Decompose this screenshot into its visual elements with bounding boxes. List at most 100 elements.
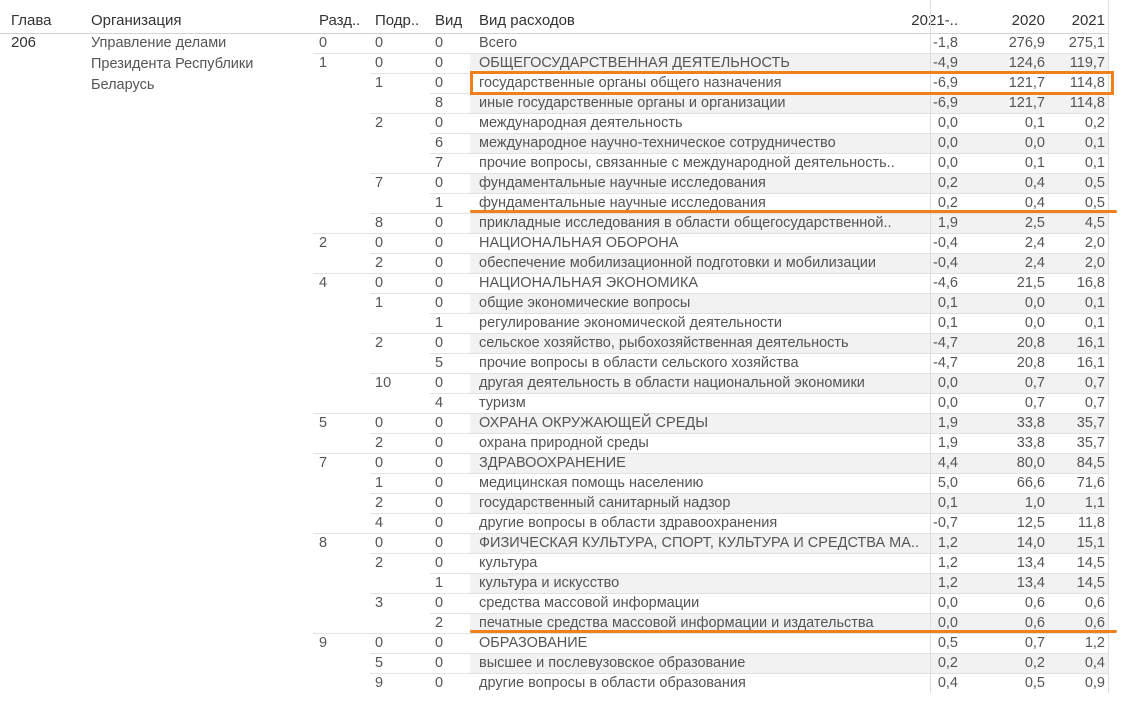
diff-cell: 0,4 [937, 675, 958, 691]
table-row[interactable]: 7 0 фундаментальные научные исследования 0,… [0, 173, 1108, 193]
table-row[interactable]: 1 регулирование экономической деятельност… [0, 313, 1108, 333]
value-2021-cell: 0,6 [1084, 595, 1105, 611]
table-row[interactable]: 1 0 медицинская помощь населению 5,0 66,6 71,… [0, 473, 1108, 493]
vid-rashodov-cell: иные государственные органы и организаци… [479, 95, 786, 111]
razdel-cell: 4 [319, 275, 328, 291]
value-2020-cell: 14,0 [1016, 535, 1045, 551]
value-2020-cell: 20,8 [1016, 355, 1045, 371]
header-razdel[interactable]: Разд.. [319, 12, 360, 29]
value-2021-cell: 0,4 [1084, 655, 1105, 671]
table-row[interactable]: 2 0 культура 1,2 13,4 14,5 [0, 553, 1108, 573]
header-2020[interactable]: 2020 [990, 12, 1045, 29]
vid-rashodov-cell: общие экономические вопросы [479, 295, 691, 311]
value-2020-cell: 20,8 [1016, 335, 1045, 351]
value-2020-cell: 2,4 [1024, 255, 1045, 271]
value-2021-cell: 0,1 [1084, 155, 1105, 171]
header-vid[interactable]: Вид [435, 12, 462, 29]
diff-cell: 1,9 [937, 215, 958, 231]
value-2020-cell: 13,4 [1016, 575, 1045, 591]
table-row[interactable]: 2 0 государственный санитарный надзор 0,1 1,… [0, 493, 1108, 513]
vid-rashodov-cell: высшее и послевузовское образование [479, 655, 746, 671]
table-row[interactable]: 5 0 0 ОХРАНА ОКРУЖАЮЩЕЙ СРЕДЫ 1,9 33,8 35,7 [0, 413, 1108, 433]
vid-cell: 0 [435, 235, 444, 251]
podrazdel-cell: 2 [375, 495, 384, 511]
value-2020-cell: 0,4 [1024, 175, 1045, 191]
vid-rashodov-cell: ОХРАНА ОКРУЖАЮЩЕЙ СРЕДЫ [479, 415, 709, 431]
table-row[interactable]: 3 0 средства массовой информации 0,0 0,6 0,6 [0, 593, 1108, 613]
value-2021-cell: 0,5 [1084, 175, 1105, 191]
podrazdel-cell: 0 [375, 415, 384, 431]
value-2021-cell: 1,1 [1084, 495, 1105, 511]
header-podrazdel[interactable]: Подр.. [375, 12, 419, 29]
table-row[interactable]: 2 0 0 НАЦИОНАЛЬНАЯ ОБОРОНА -0,4 2,4 2,0 [0, 233, 1108, 253]
vid-cell: 0 [435, 35, 444, 51]
diff-cell: 0,2 [937, 655, 958, 671]
glava-value: 206 [11, 34, 37, 51]
table-row[interactable]: 4 туризм 0,0 0,7 0,7 [0, 393, 1108, 413]
value-2020-cell: 66,6 [1016, 475, 1045, 491]
vid-cell: 0 [435, 595, 444, 611]
header-diff[interactable]: 2021-.. [910, 12, 958, 29]
vid-cell: 0 [435, 175, 444, 191]
table-row[interactable]: 8 0 прикладные исследования в области обще… [0, 213, 1108, 233]
diff-cell: 4,4 [937, 455, 958, 471]
table-row[interactable]: 4 0 0 НАЦИОНАЛЬНАЯ ЭКОНОМИКА -4,6 21,5 16,8 [0, 273, 1108, 293]
header-vid-rashodov[interactable]: Вид расходов [479, 12, 575, 29]
value-2020-cell: 0,0 [1024, 295, 1045, 311]
vid-cell: 0 [435, 275, 444, 291]
value-2020-cell: 2,5 [1024, 215, 1045, 231]
table-row[interactable]: 2 0 обеспечение мобилизационной подготовки… [0, 253, 1108, 273]
vid-rashodov-cell: ЗДРАВООХРАНЕНИЕ [479, 455, 626, 471]
header-glava[interactable]: Глава [11, 12, 52, 29]
vid-rashodov-cell: другие вопросы в области образования [479, 675, 746, 691]
table-row[interactable]: 6 международное научно-техническое сотруд… [0, 133, 1108, 153]
table-row[interactable]: 9 0 другие вопросы в области образования 0,… [0, 673, 1108, 693]
vid-rashodov-cell: средства массовой информации [479, 595, 700, 611]
value-2020-cell: 0,0 [1024, 135, 1045, 151]
table-row[interactable]: 5 0 высшее и послевузовское образование 0,2… [0, 653, 1108, 673]
value-2021-cell: 0,1 [1084, 295, 1105, 311]
header-organization[interactable]: Организация [91, 12, 181, 29]
vid-rashodov-cell: культура [479, 555, 538, 571]
vid-rashodov-cell: регулирование экономической деятельности [479, 315, 783, 331]
value-2020-cell: 0,1 [1024, 115, 1045, 131]
table-row[interactable]: 10 0 другая деятельность в области национа… [0, 373, 1108, 393]
table-row[interactable]: 8 0 0 ФИЗИЧЕСКАЯ КУЛЬТУРА, СПОРТ, КУЛЬТУРА … [0, 533, 1108, 553]
razdel-cell: 9 [319, 635, 328, 651]
table-row[interactable]: 7 прочие вопросы, связанные с международн… [0, 153, 1108, 173]
vid-cell: 6 [435, 135, 444, 151]
podrazdel-cell: 0 [375, 55, 384, 71]
value-2020-cell: 0,7 [1024, 635, 1045, 651]
table-row[interactable]: 2 0 международная деятельность 0,0 0,1 0,2 [0, 113, 1108, 133]
table-row[interactable]: 4 0 другие вопросы в области здравоохранен… [0, 513, 1108, 533]
table-row[interactable]: 2 0 охрана природной среды 1,9 33,8 35,7 [0, 433, 1108, 453]
value-2021-cell: 11,8 [1077, 515, 1105, 531]
value-2020-cell: 276,9 [1008, 35, 1045, 51]
table-row[interactable]: 8 иные государственные органы и организац… [0, 93, 1108, 113]
table-row[interactable]: 9 0 0 ОБРАЗОВАНИЕ 0,5 0,7 1,2 [0, 633, 1108, 653]
table-row[interactable]: 5 прочие вопросы в области сельского хозя… [0, 353, 1108, 373]
vid-cell: 0 [435, 555, 444, 571]
table-row[interactable]: 1 культура и искусство 1,2 13,4 14,5 [0, 573, 1108, 593]
vid-rashodov-cell: Всего [479, 35, 518, 51]
vid-rashodov-cell: охрана природной среды [479, 435, 649, 451]
column-divider [1108, 0, 1109, 693]
vid-cell: 0 [435, 335, 444, 351]
podrazdel-cell: 0 [375, 235, 384, 251]
value-2021-cell: 0,2 [1084, 115, 1105, 131]
table-row[interactable]: 1 0 общие экономические вопросы 0,1 0,0 0,1 [0, 293, 1108, 313]
diff-cell: 1,2 [937, 555, 958, 571]
table-row[interactable]: 2 0 сельское хозяйство, рыбохозяйственная … [0, 333, 1108, 353]
diff-cell: 0,0 [937, 595, 958, 611]
table-row[interactable]: 7 0 0 ЗДРАВООХРАНЕНИЕ 4,4 80,0 84,5 [0, 453, 1108, 473]
vid-rashodov-cell: прочие вопросы, связанные с международно… [479, 155, 895, 171]
podrazdel-cell: 2 [375, 115, 384, 131]
value-2021-cell: 35,7 [1076, 415, 1105, 431]
razdel-cell: 2 [319, 235, 328, 251]
diff-cell: 0,0 [937, 155, 958, 171]
header-2021[interactable]: 2021 [1050, 12, 1105, 29]
vid-cell: 0 [435, 475, 444, 491]
organization-line: Управление делами [91, 35, 227, 51]
vid-cell: 0 [435, 255, 444, 271]
razdel-cell: 7 [319, 455, 328, 471]
